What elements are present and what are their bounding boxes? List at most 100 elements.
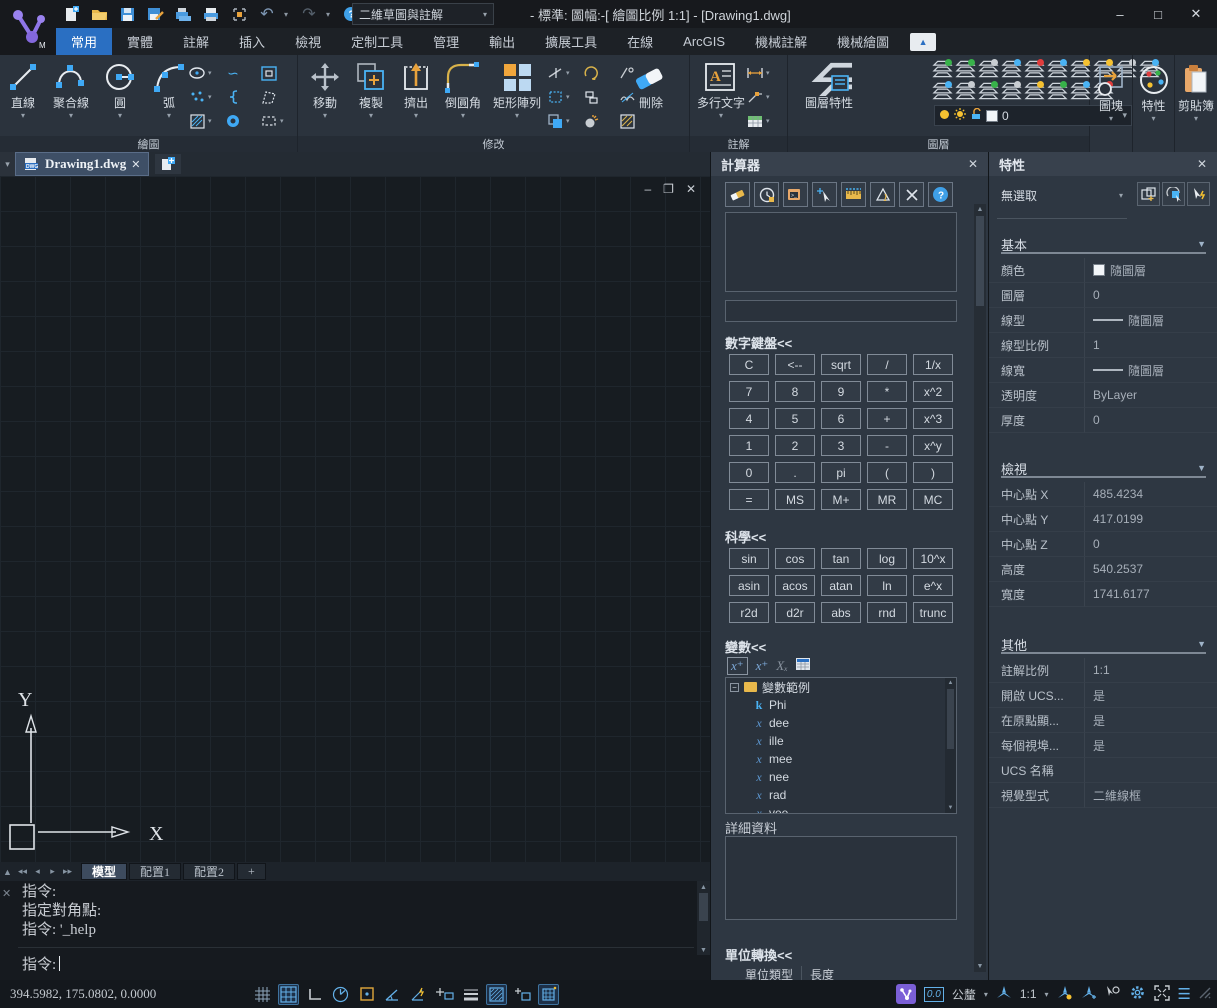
section-numpad[interactable]: 數字鍵盤<< xyxy=(725,333,792,352)
calc-key[interactable]: 2 xyxy=(775,435,815,456)
help-icon[interactable]: ? xyxy=(928,182,953,207)
calc-key[interactable]: 7 xyxy=(729,381,769,402)
calc-key[interactable]: e^x xyxy=(913,575,953,596)
layer-tool-icon[interactable] xyxy=(1024,59,1045,79)
next-layout-icon[interactable]: ▸ xyxy=(45,866,60,877)
calc-key[interactable]: sin xyxy=(729,548,769,569)
scroll-thumb[interactable] xyxy=(976,216,984,306)
calc-key[interactable]: rnd xyxy=(867,602,907,623)
tree-folder-row[interactable]: − 變數範例 xyxy=(726,678,956,696)
print-icon[interactable] xyxy=(200,3,222,25)
calc-key[interactable]: 3 xyxy=(821,435,861,456)
erase-button[interactable]: 刪除 xyxy=(626,55,676,136)
variable-item[interactable]: xvee xyxy=(726,804,956,814)
ribbon-tab-online[interactable]: 在線 xyxy=(612,28,668,55)
section-variables[interactable]: 變數<< xyxy=(725,637,766,656)
selection-dropdown[interactable]: 無選取 ▾ xyxy=(1001,184,1123,206)
calc-key[interactable]: log xyxy=(867,548,907,569)
calc-key[interactable]: pi xyxy=(821,462,861,483)
get-point-icon[interactable] xyxy=(812,182,837,207)
grid-icon[interactable] xyxy=(252,984,273,1005)
layer-tool-icon[interactable] xyxy=(1001,81,1022,101)
unit-label[interactable]: 公釐 xyxy=(952,986,976,1003)
collapse-icon[interactable]: − xyxy=(730,683,739,692)
calc-key[interactable]: x^2 xyxy=(913,381,953,402)
doc-tab-overflow-icon[interactable]: ▾ xyxy=(0,152,15,176)
layer-tool-icon[interactable] xyxy=(1024,81,1045,101)
chevron-down-icon[interactable]: ▾ xyxy=(984,990,988,999)
layer-tool-icon[interactable] xyxy=(978,81,999,101)
snap-icon[interactable] xyxy=(278,984,299,1005)
angle-icon[interactable] xyxy=(870,182,895,207)
offset-button[interactable]: ▾ xyxy=(546,109,580,133)
rectangle-button[interactable] xyxy=(260,61,294,85)
clipboard-panel-button[interactable]: 剪貼簿 ▾ xyxy=(1175,55,1217,136)
expand-icon[interactable]: ▲ xyxy=(0,867,15,877)
calc-key[interactable]: 1/x xyxy=(913,354,953,375)
calc-key[interactable]: <-- xyxy=(775,354,815,375)
undo-caret-icon[interactable]: ▾ xyxy=(284,10,292,19)
drawing-canvas[interactable]: – ❐ ✕ Y X xyxy=(0,176,710,862)
scroll-thumb[interactable] xyxy=(699,893,708,921)
calc-key[interactable]: . xyxy=(775,462,815,483)
table-button[interactable]: ▾ xyxy=(746,109,780,133)
stretch-small-button[interactable]: ▾ xyxy=(546,85,580,109)
region-button[interactable] xyxy=(260,85,294,109)
layer-tool-icon[interactable] xyxy=(955,81,976,101)
scroll-down-icon[interactable]: ▼ xyxy=(974,961,986,972)
calc-key[interactable]: acos xyxy=(775,575,815,596)
ribbon-tab-annotate[interactable]: 註解 xyxy=(168,28,224,55)
lineweight-icon[interactable] xyxy=(460,984,481,1005)
ortho-icon[interactable] xyxy=(304,984,325,1005)
paste-to-cmdline-icon[interactable]: >_ xyxy=(783,182,808,207)
section-basic[interactable]: 基本▼ xyxy=(1001,236,1206,254)
otrack-icon[interactable] xyxy=(408,984,429,1005)
delete-variable-icon[interactable]: Xₓ xyxy=(776,658,788,674)
calc-key[interactable]: * xyxy=(867,381,907,402)
variables-tree[interactable]: − 變數範例 kPhi xdee xille xmee xnee xrad xv… xyxy=(725,677,957,814)
wipeout-button[interactable]: ▾ xyxy=(260,109,294,133)
calc-key[interactable]: abs xyxy=(821,602,861,623)
new-variable-icon[interactable]: x⁺ xyxy=(727,657,748,675)
ribbon-tab-output[interactable]: 輸出 xyxy=(474,28,530,55)
calc-key[interactable]: MR xyxy=(867,489,907,510)
add-layout-button[interactable]: + xyxy=(237,863,266,880)
align-button[interactable] xyxy=(582,85,616,109)
calc-key[interactable]: 8 xyxy=(775,381,815,402)
calc-key[interactable]: ln xyxy=(867,575,907,596)
annotation-visibility-icon[interactable] xyxy=(1057,985,1073,1004)
scroll-down-icon[interactable]: ▼ xyxy=(945,803,956,813)
calc-key[interactable]: ) xyxy=(913,462,953,483)
ribbon-tab-custom-tools[interactable]: 定制工具 xyxy=(336,28,418,55)
ribbon-tab-manage[interactable]: 管理 xyxy=(418,28,474,55)
ribbon-tab-express[interactable]: 擴展工具 xyxy=(530,28,612,55)
dynamic-input-icon[interactable] xyxy=(434,984,455,1005)
polyline-button[interactable]: 聚合線 ▾ xyxy=(46,55,96,136)
fillet-button[interactable]: 倒圓角 ▾ xyxy=(438,55,488,136)
calculator-scrollbar[interactable]: ▲ ▼ xyxy=(974,204,986,972)
calc-key[interactable]: trunc xyxy=(913,602,953,623)
command-input[interactable]: 指令: xyxy=(22,953,60,974)
scroll-up-icon[interactable]: ▲ xyxy=(974,204,986,215)
block-panel-button[interactable]: 圖塊 ▾ xyxy=(1090,55,1132,136)
open-icon[interactable] xyxy=(88,3,110,25)
ribbon-tab-home[interactable]: 常用 xyxy=(56,28,112,55)
close-icon[interactable]: ✕ xyxy=(131,158,140,171)
layer-properties-button[interactable]: 圖層特性 xyxy=(796,55,862,136)
select-filter-icon[interactable] xyxy=(1105,985,1121,1003)
annotation-monitor-icon[interactable] xyxy=(538,984,559,1005)
close-button[interactable]: ✕ xyxy=(1179,2,1213,26)
selection-cycling-icon[interactable] xyxy=(512,984,533,1005)
save-as-icon[interactable] xyxy=(144,3,166,25)
calc-key[interactable]: cos xyxy=(775,548,815,569)
calc-key[interactable]: tan xyxy=(821,548,861,569)
close-icon[interactable]: ✕ xyxy=(2,887,11,900)
ribbon-tab-view[interactable]: 檢視 xyxy=(280,28,336,55)
copy-button[interactable]: 複製 ▾ xyxy=(348,55,394,136)
menu-icon[interactable]: ☰ xyxy=(1178,985,1191,1003)
variable-item[interactable]: kPhi xyxy=(726,696,956,714)
workspace-dropdown[interactable]: 二維草圖與註解 ▾ xyxy=(352,3,494,25)
calc-key[interactable]: asin xyxy=(729,575,769,596)
circle-button[interactable]: 圓 ▾ xyxy=(96,55,144,136)
document-tab[interactable]: DWG Drawing1.dwg ✕ xyxy=(15,152,149,176)
